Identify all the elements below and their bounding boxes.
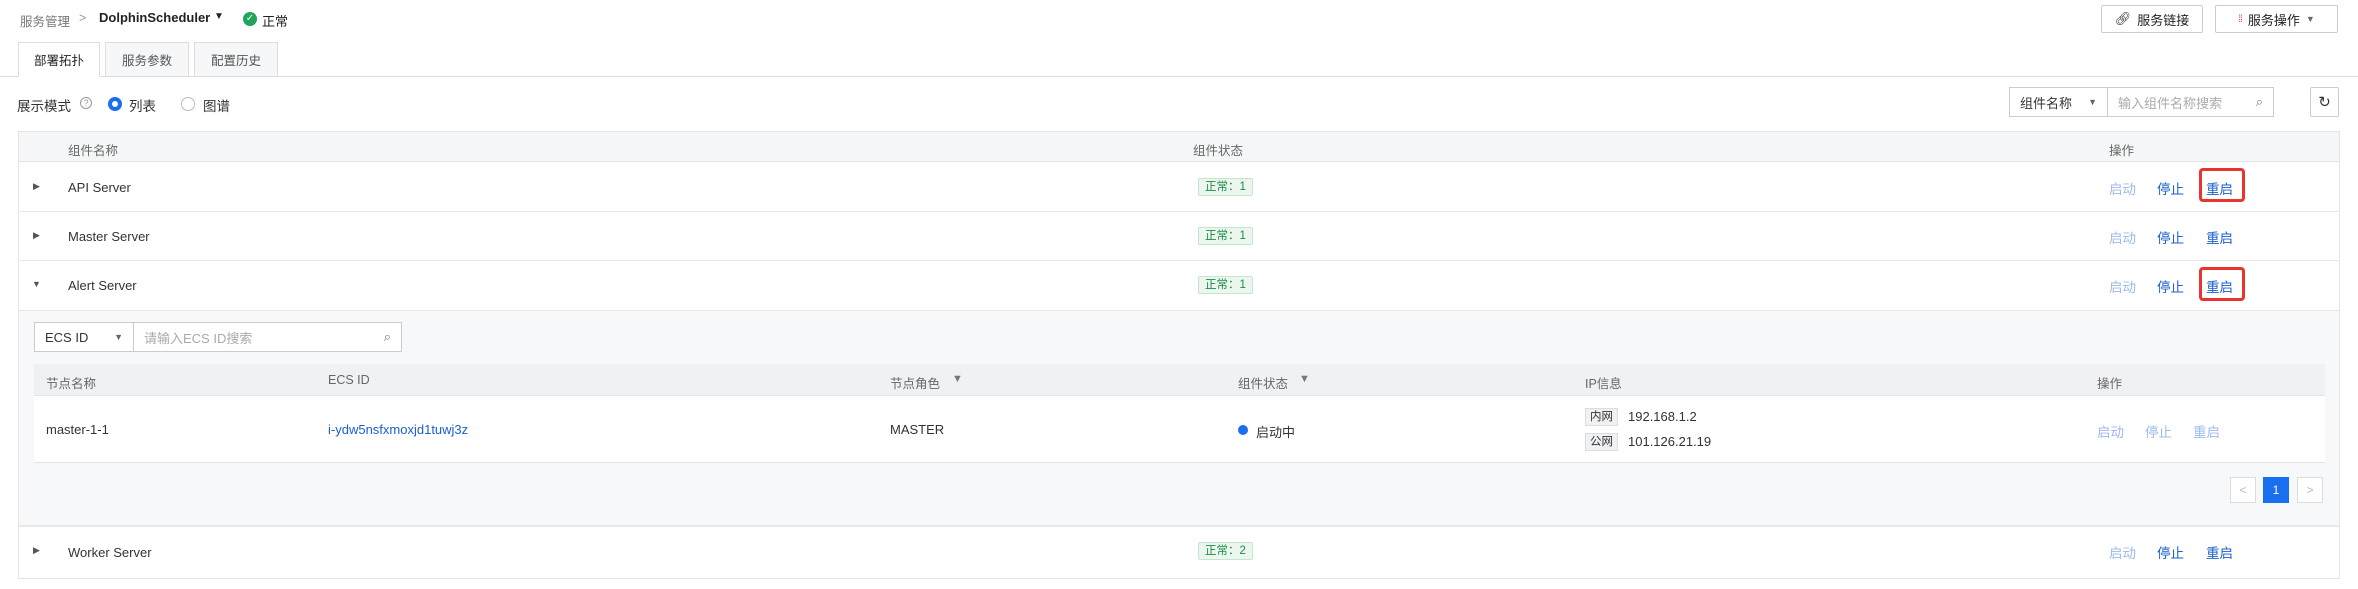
stop-button[interactable]: 停止 [2157, 276, 2184, 296]
th-node-role: 节点角色 [890, 377, 941, 391]
th-component-name: 组件名称 [68, 144, 119, 158]
collapse-icon[interactable]: ▼ [32, 279, 41, 289]
status-badge: 正常：2 [1198, 542, 1253, 560]
help-icon[interactable]: ? [80, 97, 92, 109]
th-node-name: 节点名称 [46, 377, 97, 391]
component-name: Master Server [68, 229, 150, 244]
search-field-select-value: 组件名称 [2020, 95, 2073, 111]
stop-button[interactable]: 停止 [2157, 542, 2184, 562]
stop-button[interactable]: 停止 [2157, 178, 2184, 198]
filter-icon[interactable]: ▼ [952, 373, 963, 385]
breadcrumb-separator: > [79, 11, 87, 25]
service-link-button[interactable]: 🔗︎ 服务链接 [2101, 5, 2203, 33]
node-table-header [34, 364, 2325, 396]
ip-public-tag: 公网 [1585, 433, 1618, 451]
apps-icon: ⁞⁞ [2238, 13, 2242, 25]
radio-graph[interactable] [181, 97, 195, 111]
refresh-icon: ↻ [2318, 94, 2331, 111]
ecs-search-input[interactable]: 请输入ECS ID搜索 ⌕ [133, 322, 402, 352]
chevron-down-icon: ▼ [2088, 97, 2097, 107]
radio-graph-label[interactable]: 图谱 [203, 95, 230, 115]
start-button[interactable]: 启动 [2109, 542, 2136, 562]
tab-deploy-topology[interactable]: 部署拓扑 [18, 42, 100, 77]
component-name: Alert Server [68, 278, 137, 293]
row-divider [19, 525, 2339, 527]
th-node-status: 组件状态 [1238, 377, 1289, 391]
row-divider [19, 211, 2339, 212]
node-name: master-1-1 [46, 422, 109, 437]
filter-icon[interactable]: ▼ [1299, 373, 1310, 385]
restart-button[interactable]: 重启 [2206, 227, 2233, 247]
search-field-select[interactable]: 组件名称 ▼ [2009, 87, 2108, 117]
node-status: 启动中 [1256, 425, 1296, 440]
refresh-button[interactable]: ↻ [2310, 87, 2339, 117]
service-ops-button[interactable]: ⁞⁞ 服务操作 ▼ [2215, 5, 2338, 33]
radio-list[interactable] [108, 97, 122, 111]
th-actions: 操作 [2109, 144, 2135, 158]
ecs-search-placeholder: 请输入ECS ID搜索 [144, 330, 253, 346]
restart-button[interactable]: 重启 [2206, 276, 2233, 296]
display-mode-label: 展示模式 [17, 99, 71, 114]
node-restart-button[interactable]: 重启 [2193, 421, 2220, 441]
th-ip-info: IP信息 [1585, 377, 1622, 391]
radio-list-label[interactable]: 列表 [129, 95, 156, 115]
service-ops-label: 服务操作 [2247, 12, 2300, 28]
status-badge: 正常：1 [1198, 276, 1253, 294]
search-input[interactable]: 输入组件名称搜索 ⌕ [2107, 87, 2274, 117]
tabs-divider [0, 76, 2358, 77]
restart-button[interactable]: 重启 [2206, 542, 2233, 562]
chevron-down-icon: ▼ [114, 332, 123, 342]
component-name: API Server [68, 180, 131, 195]
th-ecs-id: ECS ID [328, 373, 370, 387]
restart-button[interactable]: 重启 [2206, 178, 2233, 198]
link-icon: 🔗︎ [2114, 11, 2132, 26]
chevron-down-icon: ▼ [2305, 14, 2315, 24]
tab-config-history[interactable]: 配置历史 [194, 42, 278, 77]
node-start-button[interactable]: 启动 [2097, 421, 2124, 441]
status-badge: 正常：1 [1198, 178, 1253, 196]
ecs-filter-select-value: ECS ID [45, 329, 89, 345]
th-node-actions: 操作 [2097, 377, 2123, 391]
row-divider [19, 260, 2339, 261]
start-button[interactable]: 启动 [2109, 227, 2136, 247]
service-status: 正常 [262, 14, 289, 29]
service-link-label: 服务链接 [2137, 12, 2190, 28]
stop-button[interactable]: 停止 [2157, 227, 2184, 247]
component-name: Worker Server [68, 545, 152, 560]
search-placeholder: 输入组件名称搜索 [2118, 95, 2223, 111]
tab-service-params[interactable]: 服务参数 [105, 42, 189, 77]
pager-prev-button[interactable]: < [2230, 477, 2256, 503]
search-icon: ⌕ [383, 329, 391, 344]
search-icon: ⌕ [2255, 94, 2263, 109]
status-dot [1238, 425, 1248, 435]
start-button[interactable]: 启动 [2109, 276, 2136, 296]
ecs-id-link[interactable]: i-ydw5nsfxmoxjd1tuwj3z [328, 422, 468, 437]
ip-public: 101.126.21.19 [1628, 434, 1712, 449]
start-button[interactable]: 启动 [2109, 178, 2136, 198]
breadcrumb-service[interactable]: DolphinScheduler [99, 10, 210, 25]
chevron-down-icon[interactable]: ▼ [214, 11, 224, 22]
ip-inner-tag: 内网 [1585, 408, 1618, 426]
pager-next-button[interactable]: > [2297, 477, 2323, 503]
expand-icon[interactable]: ▶ [33, 545, 40, 556]
expand-icon[interactable]: ▶ [33, 230, 40, 241]
table-header [19, 132, 2339, 162]
ip-inner: 192.168.1.2 [1628, 409, 1697, 424]
ecs-filter-select[interactable]: ECS ID ▼ [34, 322, 134, 352]
breadcrumb-root[interactable]: 服务管理 [20, 11, 70, 30]
check-circle-icon: ✓ [243, 12, 257, 26]
status-badge: 正常：1 [1198, 227, 1253, 245]
node-stop-button[interactable]: 停止 [2145, 421, 2172, 441]
th-component-status: 组件状态 [1193, 144, 1244, 158]
node-role: MASTER [890, 422, 945, 437]
expand-icon[interactable]: ▶ [33, 181, 40, 192]
pager-page-1[interactable]: 1 [2263, 477, 2289, 503]
